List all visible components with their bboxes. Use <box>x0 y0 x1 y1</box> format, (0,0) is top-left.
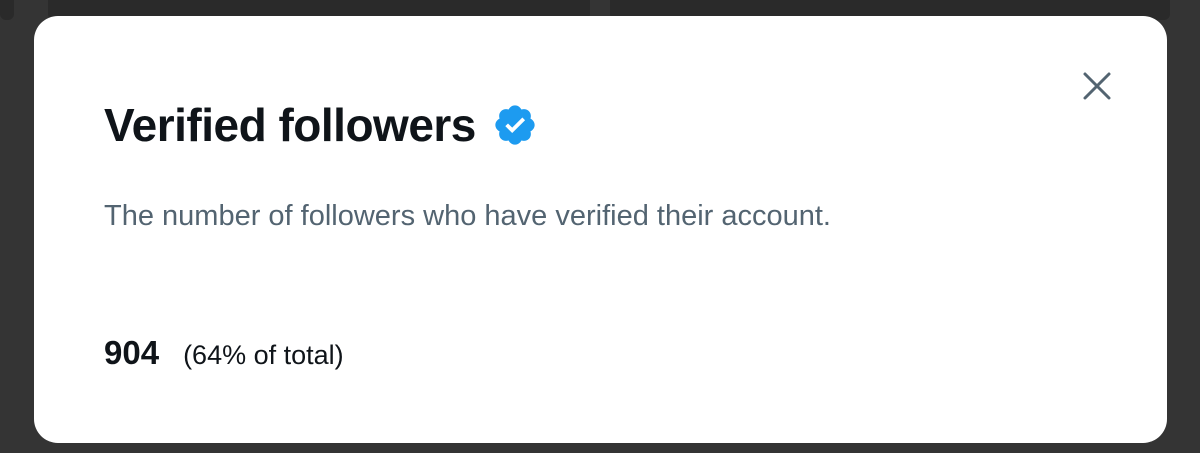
verified-followers-dialog: Verified followers The number of followe… <box>34 16 1167 443</box>
background-card <box>0 0 14 20</box>
verified-followers-percent: (64% of total) <box>183 340 344 370</box>
dialog-header: Verified followers <box>104 102 538 148</box>
verified-badge-icon <box>492 102 538 148</box>
verified-followers-count: 904 <box>104 334 160 371</box>
close-button[interactable] <box>1079 68 1115 104</box>
modal-backdrop[interactable]: Verified followers The number of followe… <box>0 0 1200 453</box>
dialog-title: Verified followers <box>104 99 476 151</box>
dialog-description: The number of followers who have verifie… <box>104 200 831 232</box>
close-icon <box>1083 72 1111 100</box>
stat-summary: 904 (64% of total) <box>104 334 344 372</box>
